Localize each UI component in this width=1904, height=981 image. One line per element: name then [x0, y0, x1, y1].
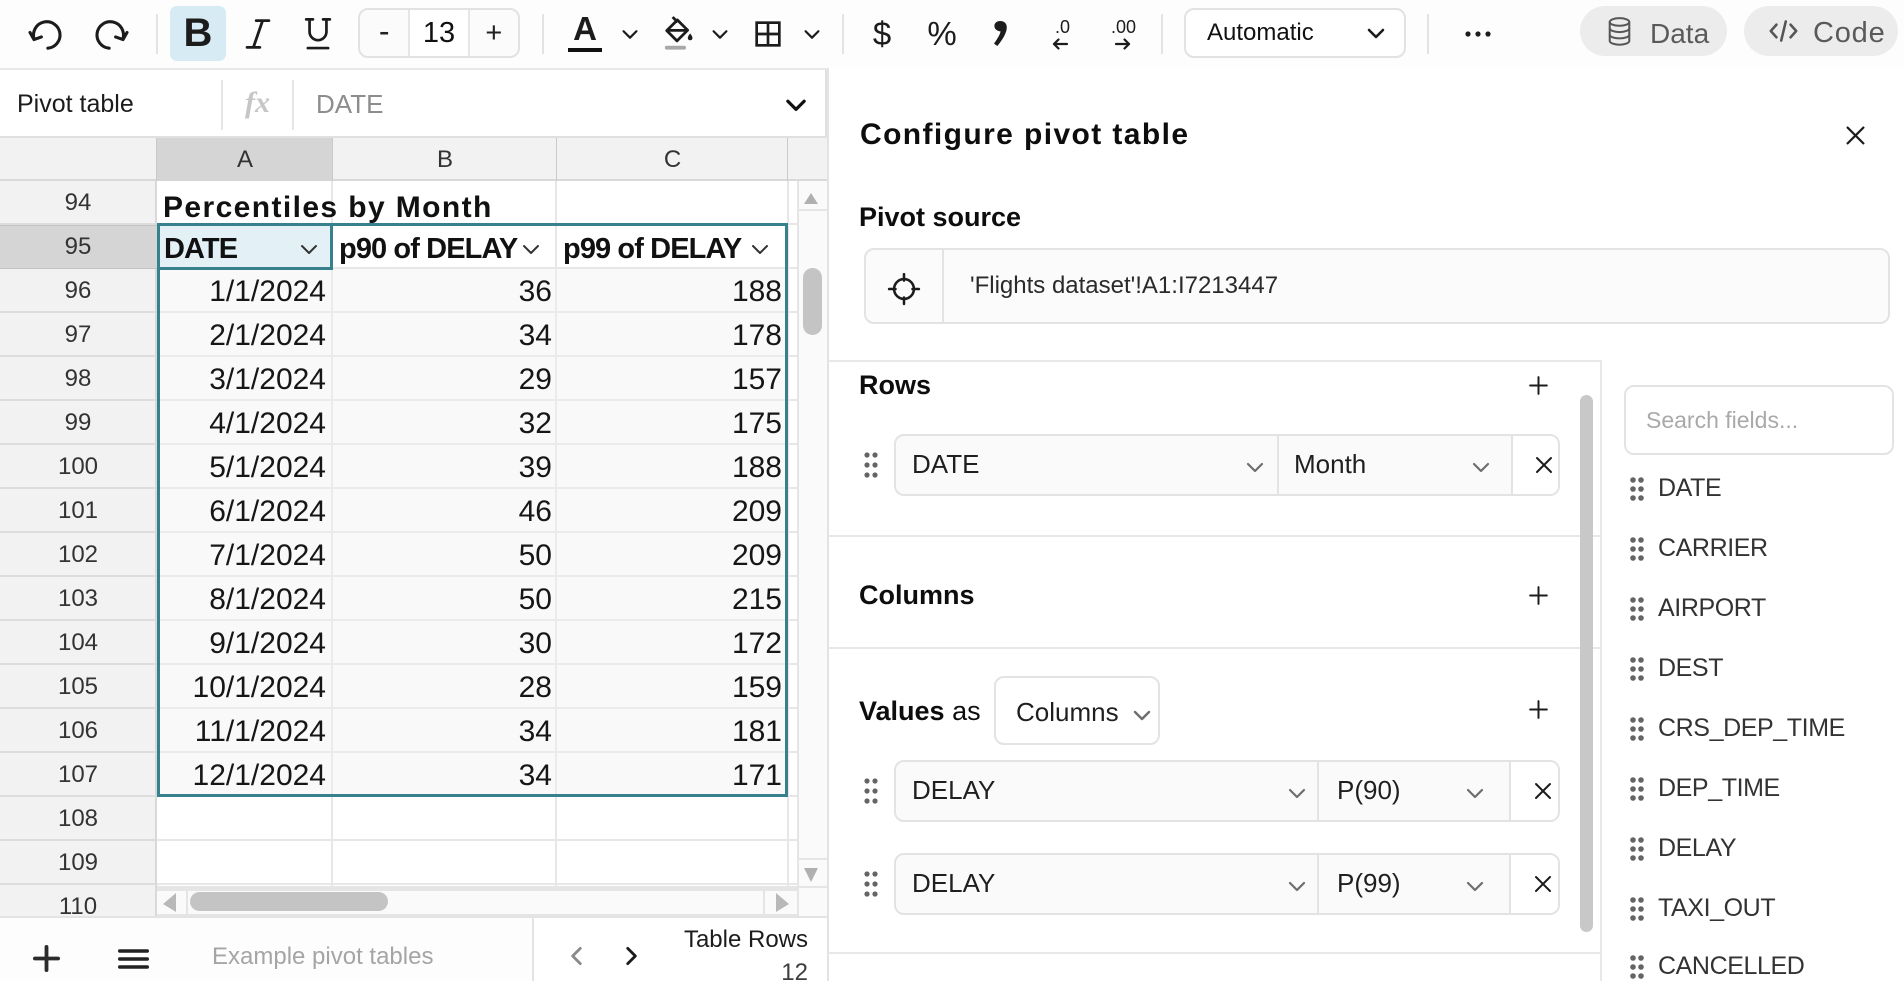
svg-text:.00: .00: [1111, 17, 1136, 37]
svg-text:.0: .0: [1055, 17, 1070, 37]
